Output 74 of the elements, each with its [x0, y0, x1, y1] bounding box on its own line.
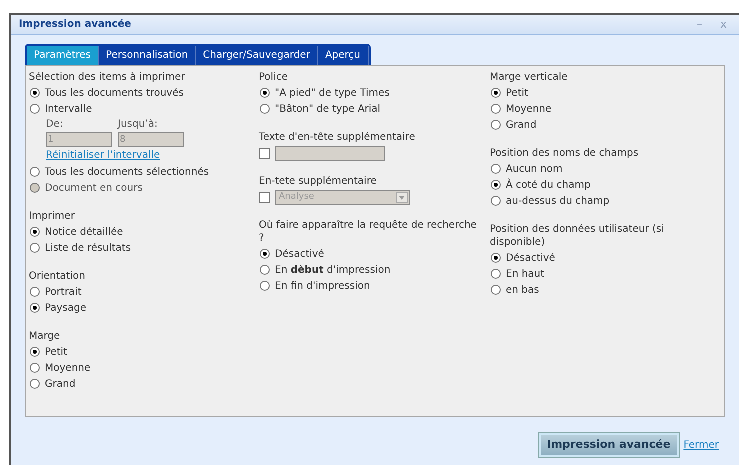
option-label: En dèbut d'impression — [275, 264, 391, 278]
option-label: Désactivé — [275, 248, 324, 262]
section-title: Marge — [29, 330, 62, 343]
option-label: Petit — [45, 346, 68, 360]
radio-button[interactable] — [491, 196, 501, 206]
section-title: Position des noms de champs — [490, 147, 640, 160]
section-title: Orientation — [29, 270, 86, 283]
print-button[interactable]: Impression avancée — [539, 433, 679, 457]
section-title: Sélection des items à imprimer — [29, 71, 186, 84]
checkbox[interactable] — [259, 192, 270, 203]
tab[interactable]: Paramètres — [27, 46, 100, 65]
option-label: Moyenne — [45, 362, 91, 376]
radio-button[interactable] — [491, 88, 501, 98]
option-label: Grand — [45, 378, 76, 392]
section-title: Position des données utilisateur (si disponible) — [490, 223, 666, 249]
minimize-button[interactable]: – — [696, 19, 702, 30]
radio-button[interactable] — [260, 265, 270, 275]
option-label: Grand — [506, 118, 537, 132]
option-label: En fin d'impression — [275, 280, 370, 294]
radio-button[interactable] — [260, 249, 270, 259]
input-field[interactable] — [275, 146, 385, 161]
option-label: Paysage — [45, 302, 86, 316]
radio-button[interactable] — [491, 180, 501, 190]
close-link[interactable]: Fermer — [684, 438, 719, 452]
section-title: Police — [259, 71, 289, 84]
radio-button[interactable] — [30, 104, 40, 114]
section-title: Marge verticale — [490, 71, 569, 84]
radio-button[interactable] — [491, 269, 501, 279]
reset-link[interactable]: Réinitialiser l'intervalle — [29, 148, 160, 164]
radio-button[interactable] — [491, 164, 501, 174]
section-title: En-tete supplémentaire — [259, 175, 378, 188]
option-label: Moyenne — [506, 102, 552, 116]
option-label: Notice détaillée — [45, 226, 124, 240]
option-label: Liste de résultats — [45, 242, 132, 256]
option-label: En haut — [506, 268, 545, 282]
radio-button[interactable] — [491, 120, 501, 130]
option-label: Désactivé — [506, 252, 556, 266]
section-title: Texte d'en-tête supplémentaire — [259, 131, 416, 144]
option-label: en bas — [506, 284, 540, 298]
radio-button[interactable] — [30, 363, 40, 373]
dropdown[interactable]: Analyse — [275, 190, 410, 205]
radio-button[interactable] — [30, 347, 40, 357]
window-title: Impression avancée — [19, 18, 132, 32]
option-label: Document en cours — [45, 182, 143, 196]
field-label: Jusqu’à: — [118, 118, 159, 131]
option-label: au-dessus du champ — [506, 194, 610, 208]
radio-button[interactable] — [260, 104, 270, 114]
option-label: À coté du champ — [506, 178, 591, 192]
radio-button[interactable] — [30, 167, 40, 177]
option-label: Aucun nom — [506, 162, 563, 176]
radio-button[interactable] — [30, 88, 40, 98]
radio-button[interactable] — [491, 104, 501, 114]
field-label: De: — [46, 118, 64, 131]
option-label: "Bâton" de type Arial — [275, 102, 381, 116]
option-label: "A pied" de type Times — [275, 86, 390, 100]
radio-button[interactable] — [260, 88, 270, 98]
radio-button[interactable] — [491, 285, 501, 295]
checkbox[interactable] — [259, 148, 270, 159]
option-label: Portrait — [45, 286, 82, 300]
radio-button[interactable] — [260, 281, 270, 291]
radio-button[interactable] — [30, 287, 40, 297]
section-title: Où faire apparaître la requête de recherche ? — [259, 219, 478, 245]
option-label: Tous les documents sélectionnés — [45, 166, 210, 180]
section-title: Imprimer — [29, 210, 76, 223]
option-label: Petit — [506, 86, 528, 100]
caret-icon — [399, 196, 405, 200]
radio-button[interactable] — [30, 227, 40, 237]
radio-button[interactable] — [491, 253, 501, 263]
option-label: Intervalle — [45, 102, 92, 116]
close-button[interactable]: x — [720, 19, 727, 30]
option-label: Tous les documents trouvés — [45, 86, 184, 100]
radio-button[interactable] — [30, 379, 40, 389]
radio-button[interactable] — [30, 303, 40, 313]
radio-button[interactable] — [30, 243, 40, 253]
